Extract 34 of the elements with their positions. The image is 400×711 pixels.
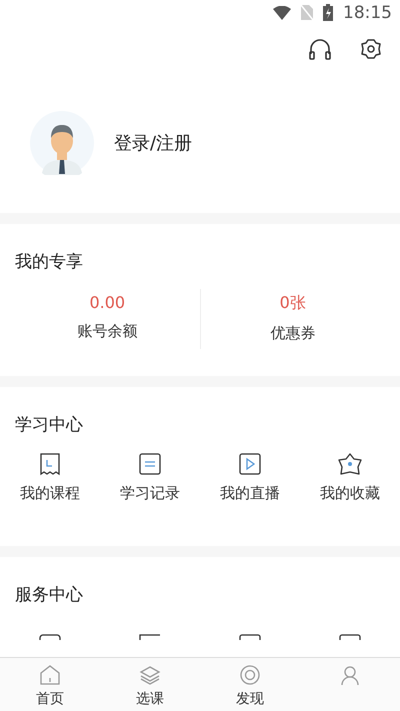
clock-time: 18:15 [343, 2, 392, 23]
service-icon [338, 634, 362, 640]
home-icon [39, 664, 61, 686]
headphones-icon[interactable] [308, 38, 332, 60]
person-icon [339, 664, 361, 686]
target-icon [239, 664, 261, 686]
service-icon [238, 634, 262, 640]
menu-item-label[interactable]: 我的直播 [220, 484, 280, 503]
menu-item-label[interactable]: 学习记录 [120, 484, 180, 503]
stat-label: 优惠券 [270, 324, 316, 343]
avatar-icon[interactable] [30, 110, 94, 175]
stat-value: 0.00 [89, 292, 126, 312]
wifi-icon [273, 6, 291, 20]
no-sim-icon [301, 5, 313, 20]
list-icon [138, 452, 162, 476]
service-icon [138, 634, 162, 640]
battery-icon [323, 4, 333, 22]
section-title: 我的专享 [15, 250, 84, 273]
settings-icon[interactable] [360, 38, 382, 60]
bookmark-icon [38, 452, 62, 476]
tab-item[interactable]: 发现 [200, 658, 300, 711]
section-title: 学习中心 [15, 414, 84, 436]
stat-value: 0张 [280, 292, 306, 314]
play-icon [238, 452, 262, 476]
menu-item-label[interactable]: 我的收藏 [320, 484, 380, 503]
service-icon [38, 634, 62, 640]
tab-item[interactable]: 选课 [100, 658, 200, 711]
stat-label: 账号余额 [77, 322, 138, 341]
layers-icon [139, 664, 161, 686]
star-icon [337, 452, 363, 476]
section-title: 服务中心 [15, 584, 84, 606]
tab-item[interactable]: 首页 [0, 658, 100, 711]
menu-item-label[interactable]: 我的课程 [20, 484, 80, 503]
login-register-link[interactable]: 登录/注册 [114, 130, 192, 155]
